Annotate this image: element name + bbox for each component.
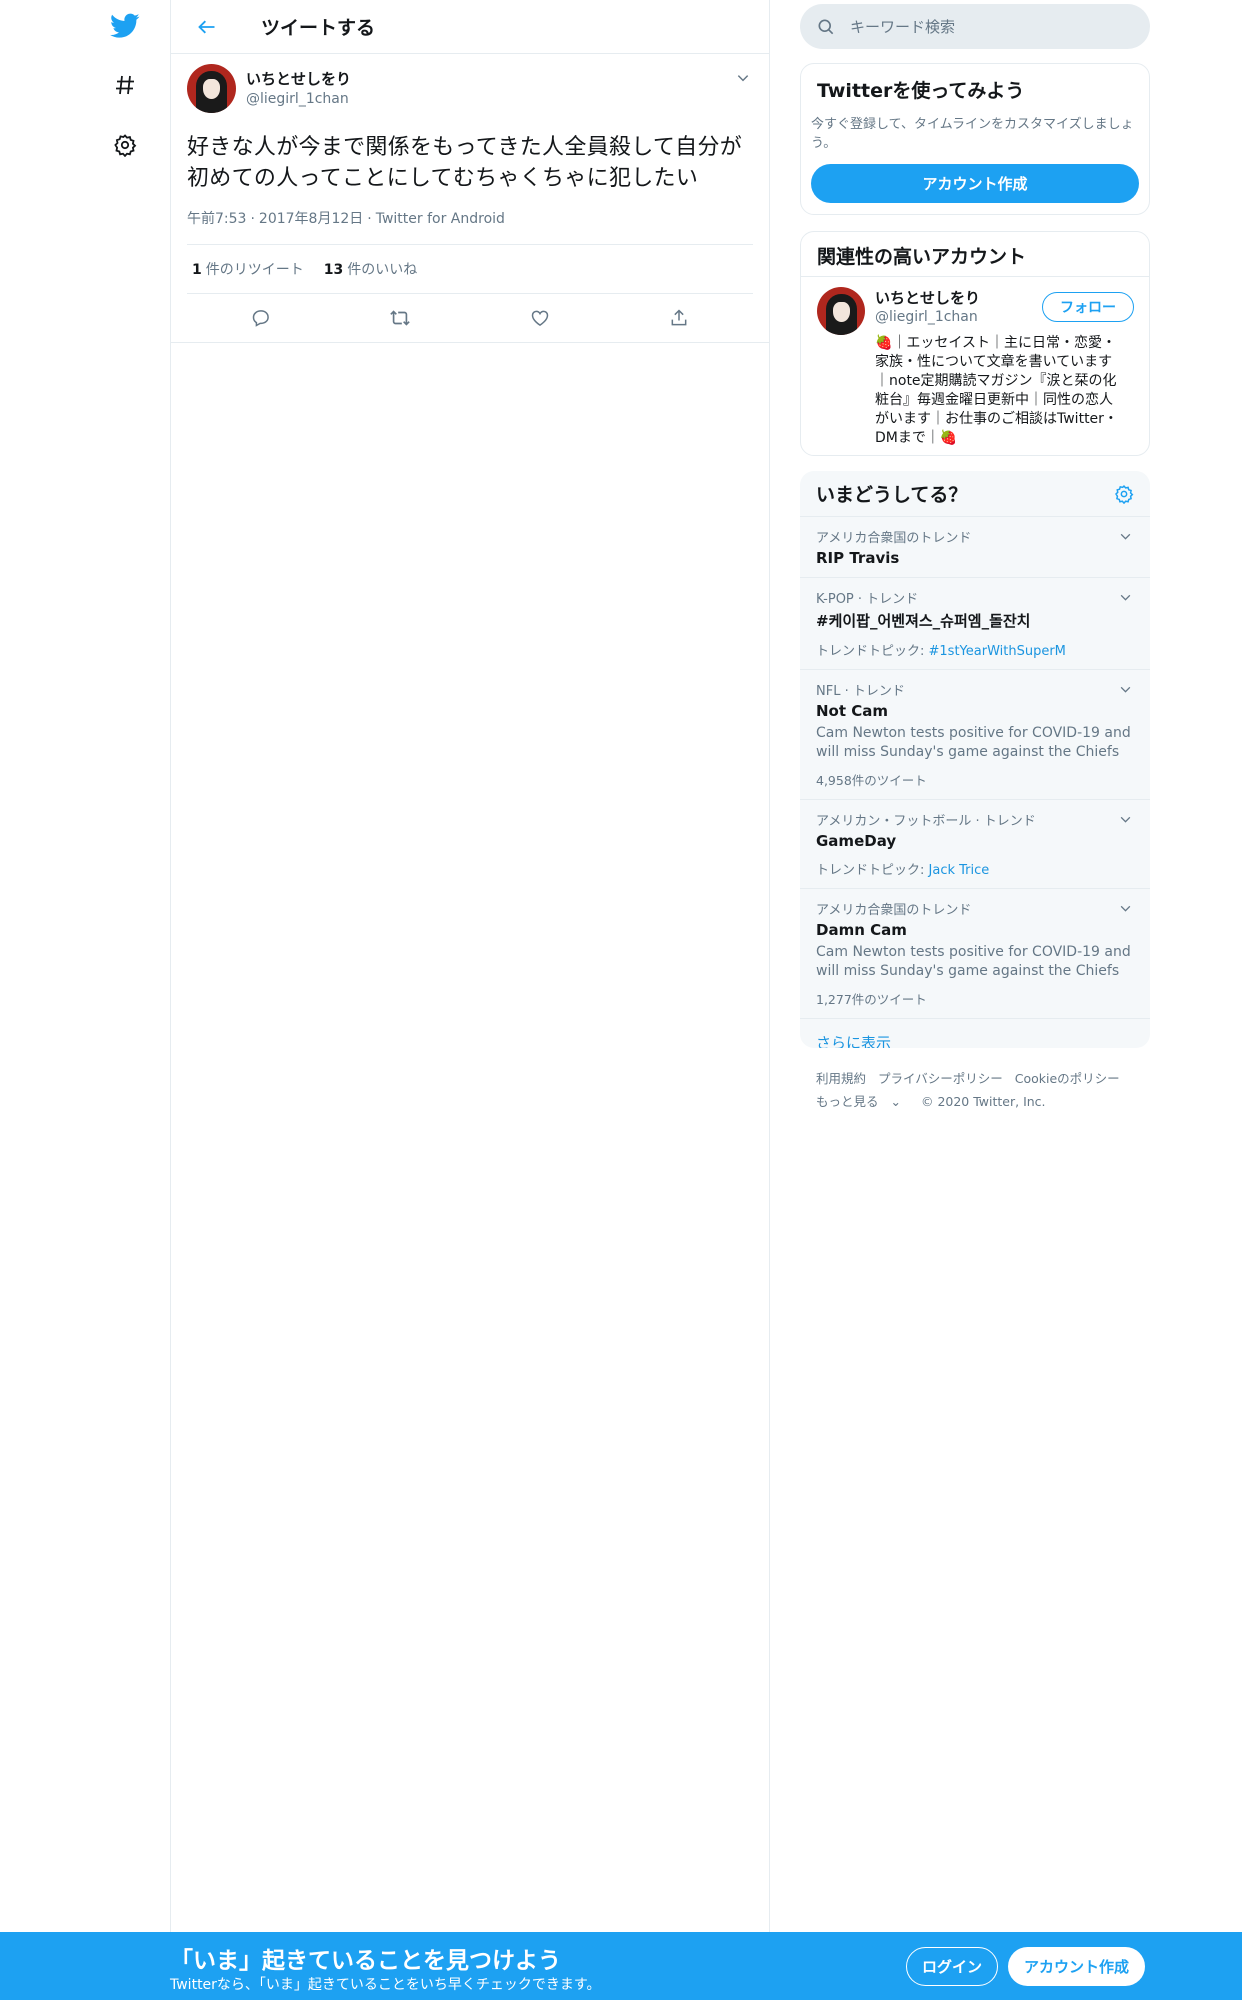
tweet-meta: 午前7:53 · 2017年8月12日 · Twitter for Android (187, 208, 753, 245)
trend-topic: トレンドトピック: Jack Trice (816, 863, 990, 878)
back-arrow-icon[interactable] (189, 9, 225, 45)
show-more-link[interactable]: さらに表示 (800, 1019, 1150, 1048)
trend-tweet-count: 4,958件のツイート (816, 773, 927, 788)
reply-icon[interactable] (244, 301, 278, 335)
tweet-date[interactable]: 2017年8月12日 (259, 211, 363, 227)
signup-card-description: 今すぐ登録して、タイムラインをカスタマイズしましょう。 (811, 117, 1134, 151)
cookie-link[interactable]: Cookieのポリシー (1015, 1071, 1120, 1086)
trend-item[interactable]: アメリカ合衆国のトレンド Damn Cam Cam Newton tests p… (800, 889, 1150, 1019)
bottom-signup-bar: 「いま」起きていることを見つけよう Twitterなら、「いま」起きていることを… (0, 1932, 1242, 2000)
bottom-bar-title: 「いま」起きていることを見つけよう (170, 1948, 561, 1974)
create-account-button[interactable]: アカウント作成 (811, 164, 1139, 203)
chevron-down-icon[interactable] (1116, 899, 1134, 917)
more-link[interactable]: もっと見る ⌄ (816, 1094, 909, 1109)
trend-description: Cam Newton tests positive for COVID-19 a… (816, 944, 1131, 979)
footer-links: 利用規約 プライバシーポリシー Cookieのポリシー もっと見る ⌄ © 20… (816, 1067, 1146, 1113)
trend-name: Not Cam (816, 702, 889, 720)
author-name[interactable]: いちとせしをり (246, 68, 351, 89)
left-nav (0, 0, 170, 2000)
login-button[interactable]: ログイン (906, 1947, 998, 1986)
tweet-time[interactable]: 午前7:53 (187, 211, 246, 227)
tweet-source[interactable]: Twitter for Android (376, 211, 505, 227)
related-avatar[interactable] (817, 287, 865, 335)
tweet: いちとせしをり @liegirl_1chan 好きな人が今まで関係をもってきた人… (171, 54, 769, 343)
trend-item[interactable]: NFL · トレンド Not Cam Cam Newton tests posi… (800, 670, 1150, 800)
related-accounts-card: 関連性の高いアカウント いちとせしをり @liegirl_1chan 🍓｜エッセ… (800, 231, 1150, 456)
search-box[interactable] (800, 4, 1150, 49)
share-icon[interactable] (662, 301, 696, 335)
trend-name: GameDay (816, 832, 897, 850)
signup-card: Twitterを使ってみよう 今すぐ登録して、タイムラインをカスタマイズしましょ… (800, 63, 1150, 215)
gear-icon[interactable] (105, 125, 145, 165)
copyright: © 2020 Twitter, Inc. (920, 1094, 1046, 1109)
trend-description: Cam Newton tests positive for COVID-19 a… (816, 725, 1131, 760)
hashtag-icon[interactable] (105, 65, 145, 105)
trend-name: #케이팝_어벤져스_슈퍼엠_돌잔치 (816, 612, 1031, 630)
chevron-down-icon[interactable] (1116, 680, 1134, 698)
search-input[interactable] (850, 17, 1130, 36)
main-column: ツイートする いちとせしをり @liegirl_1chan 好きな人が今まで関係… (170, 0, 770, 1932)
chevron-down-icon[interactable] (1116, 527, 1134, 545)
trend-item[interactable]: K-POP · トレンド #케이팝_어벤져스_슈퍼엠_돌잔치 トレンドトピック:… (800, 578, 1150, 670)
privacy-link[interactable]: プライバシーポリシー (878, 1071, 1003, 1086)
author-handle[interactable]: @liegirl_1chan (246, 91, 351, 107)
trends-card: いまどうしてる？ アメリカ合衆国のトレンド RIP Travis K-POP ·… (800, 471, 1150, 1048)
signup-button[interactable]: アカウント作成 (1008, 1947, 1145, 1986)
trend-meta: NFL · トレンド (816, 684, 905, 699)
trend-meta: アメリカ合衆国のトレンド (816, 531, 972, 546)
related-bio: 🍓｜エッセイスト｜主に日常・恋愛・家族・性について文章を書いています｜note定… (875, 335, 1118, 446)
chevron-down-icon[interactable] (733, 68, 753, 88)
search-icon (818, 19, 834, 34)
trend-item[interactable]: アメリカン・フットボール · トレンド GameDay トレンドトピック: Ja… (800, 800, 1150, 889)
trend-topic: トレンドトピック: #1stYearWithSuperM (816, 644, 1066, 659)
tweet-text: 好きな人が今まで関係をもってきた人全員殺して自分が初めての人ってことにしてむちゃ… (187, 135, 743, 191)
related-accounts-title: 関連性の高いアカウント (817, 246, 1027, 268)
main-header: ツイートする (171, 0, 769, 54)
trend-meta: アメリカ合衆国のトレンド (816, 903, 972, 918)
trend-tweet-count: 1,277件のツイート (816, 992, 927, 1007)
tweet-stats: 1 件のリツイート 13 件のいいね (187, 245, 753, 294)
trends-settings-gear-icon[interactable] (1114, 484, 1134, 504)
like-icon[interactable] (523, 301, 557, 335)
avatar[interactable] (187, 64, 236, 113)
like-stat[interactable]: 13 件のいいね (324, 259, 417, 279)
bottom-bar-subtitle: Twitterなら、「いま」起きていることをいち早くチェックできます。 (170, 1977, 601, 1993)
twitter-logo-icon[interactable] (105, 6, 145, 46)
follow-button[interactable]: フォロー (1042, 292, 1134, 322)
trend-item[interactable]: アメリカ合衆国のトレンド RIP Travis (800, 517, 1150, 578)
trend-meta: アメリカン・フットボール · トレンド (816, 814, 1036, 829)
retweet-icon[interactable] (383, 301, 417, 335)
trend-name: Damn Cam (816, 921, 907, 939)
chevron-down-icon[interactable] (1116, 588, 1134, 606)
tweet-actions (171, 294, 769, 343)
signup-card-title: Twitterを使ってみよう (817, 80, 1025, 102)
trend-name: RIP Travis (816, 549, 900, 567)
page-title: ツイートする (261, 17, 376, 39)
trend-topic-link[interactable]: #1stYearWithSuperM (929, 644, 1066, 659)
retweet-stat[interactable]: 1 件のリツイート (192, 259, 304, 279)
chevron-down-icon[interactable] (1116, 810, 1134, 828)
trends-title: いまどうしてる？ (816, 484, 968, 506)
trend-topic-link[interactable]: Jack Trice (929, 863, 990, 878)
chevron-down-icon: ⌄ (890, 1094, 901, 1109)
trend-meta: K-POP · トレンド (816, 592, 919, 607)
terms-link[interactable]: 利用規約 (816, 1071, 866, 1086)
